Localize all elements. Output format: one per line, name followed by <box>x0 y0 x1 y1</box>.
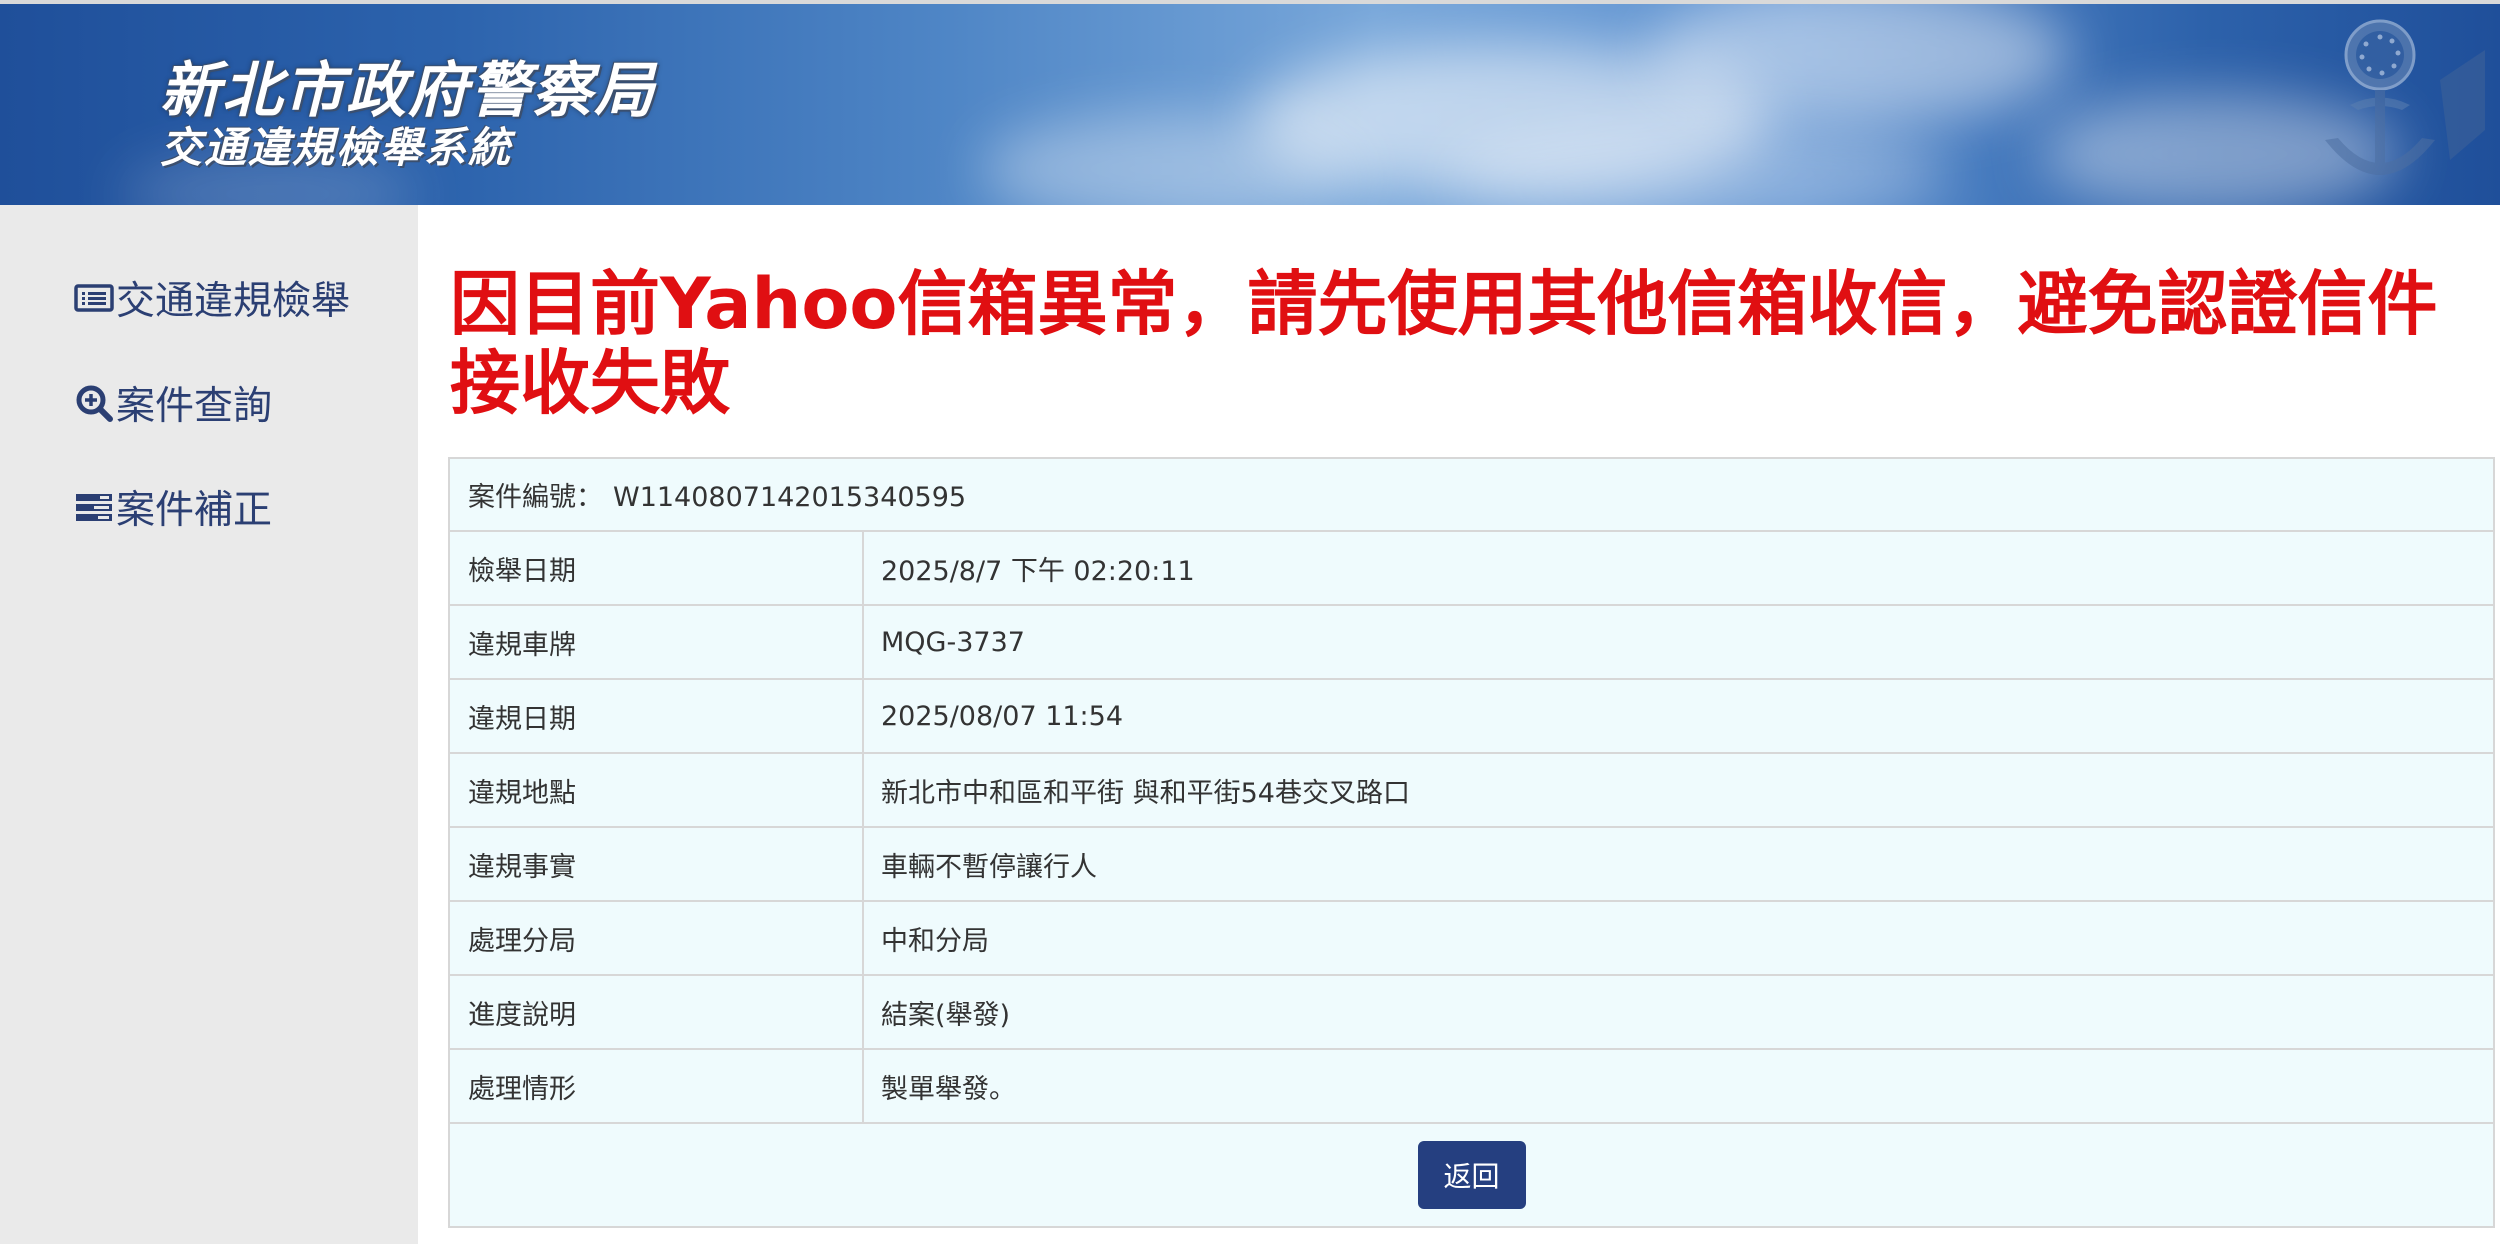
field-label: 違規地點 <box>450 754 864 826</box>
field-value: 2025/8/7 下午 02:20:11 <box>881 555 1195 587</box>
search-icon <box>74 383 114 423</box>
table-row: 進度說明 結案(舉發) <box>450 976 2493 1050</box>
field-value: 製單舉發。 <box>881 1073 1016 1105</box>
sidebar-item-label: 案件查詢 <box>116 384 273 429</box>
table-row: 處理分局 中和分局 <box>450 902 2493 976</box>
table-row: 違規地點 新北市中和區和平街 與和平街54巷交叉路口 <box>450 754 2493 828</box>
police-emblem-icon <box>2325 19 2485 175</box>
header-banner: 新北市政府警察局 交通違規檢舉系統 <box>0 4 2500 205</box>
field-label: 處理情形 <box>450 1050 864 1122</box>
sidebar-item-label: 交通違規檢舉 <box>116 279 351 324</box>
case-id-value: W1140807142015340595 <box>613 482 967 513</box>
field-label: 處理分局 <box>450 902 864 974</box>
field-value: 結案(舉發) <box>881 999 1011 1031</box>
field-value: 新北市中和區和平街 與和平街54巷交叉路口 <box>881 777 1410 809</box>
back-button[interactable]: 返回 <box>1417 1141 1526 1209</box>
field-label: 違規日期 <box>450 680 864 752</box>
field-value: MQG-3737 <box>881 626 1025 658</box>
field-label: 違規車牌 <box>450 606 864 678</box>
sidebar-item-case-query[interactable]: 案件查詢 <box>74 375 272 431</box>
table-row: 檢舉日期 2025/8/7 下午 02:20:11 <box>450 532 2493 606</box>
sidebar-item-case-correction[interactable]: 案件補正 <box>74 479 272 535</box>
table-row: 違規事實 車輛不暫停讓行人 <box>450 828 2493 902</box>
sidebar-item-label: 案件補正 <box>116 488 273 533</box>
case-detail-table: 案件編號： W1140807142015340595 檢舉日期 2025/8/7 … <box>448 457 2495 1228</box>
table-row: 處理情形 製單舉發。 <box>450 1050 2493 1124</box>
case-id-row: 案件編號： W1140807142015340595 <box>450 459 2493 532</box>
field-value: 2025/08/07 11:54 <box>881 700 1124 732</box>
sidebar-item-traffic-report[interactable]: 交通違規檢舉 <box>74 270 350 326</box>
table-row: 違規車牌 MQG-3737 <box>450 606 2493 680</box>
sidebar: 交通違規檢舉 案件查詢 案件補正 <box>0 205 418 1244</box>
field-label: 進度說明 <box>450 976 864 1048</box>
site-subtitle: 交通違規檢舉系統 <box>160 123 513 172</box>
table-row: 違規日期 2025/08/07 11:54 <box>450 680 2493 754</box>
edit-list-icon <box>74 487 114 527</box>
table-footer: 返回 <box>450 1124 2493 1226</box>
case-id-label: 案件編號： <box>468 482 603 513</box>
field-label: 檢舉日期 <box>450 532 864 604</box>
field-value: 中和分局 <box>881 925 989 957</box>
list-icon <box>74 278 114 318</box>
notice-banner: 因目前Yahoo信箱異常，請先使用其他信箱收信，避免認證信件接收失敗 <box>450 263 2438 424</box>
field-label: 違規事實 <box>450 828 864 900</box>
field-value: 車輛不暫停讓行人 <box>881 851 1097 883</box>
